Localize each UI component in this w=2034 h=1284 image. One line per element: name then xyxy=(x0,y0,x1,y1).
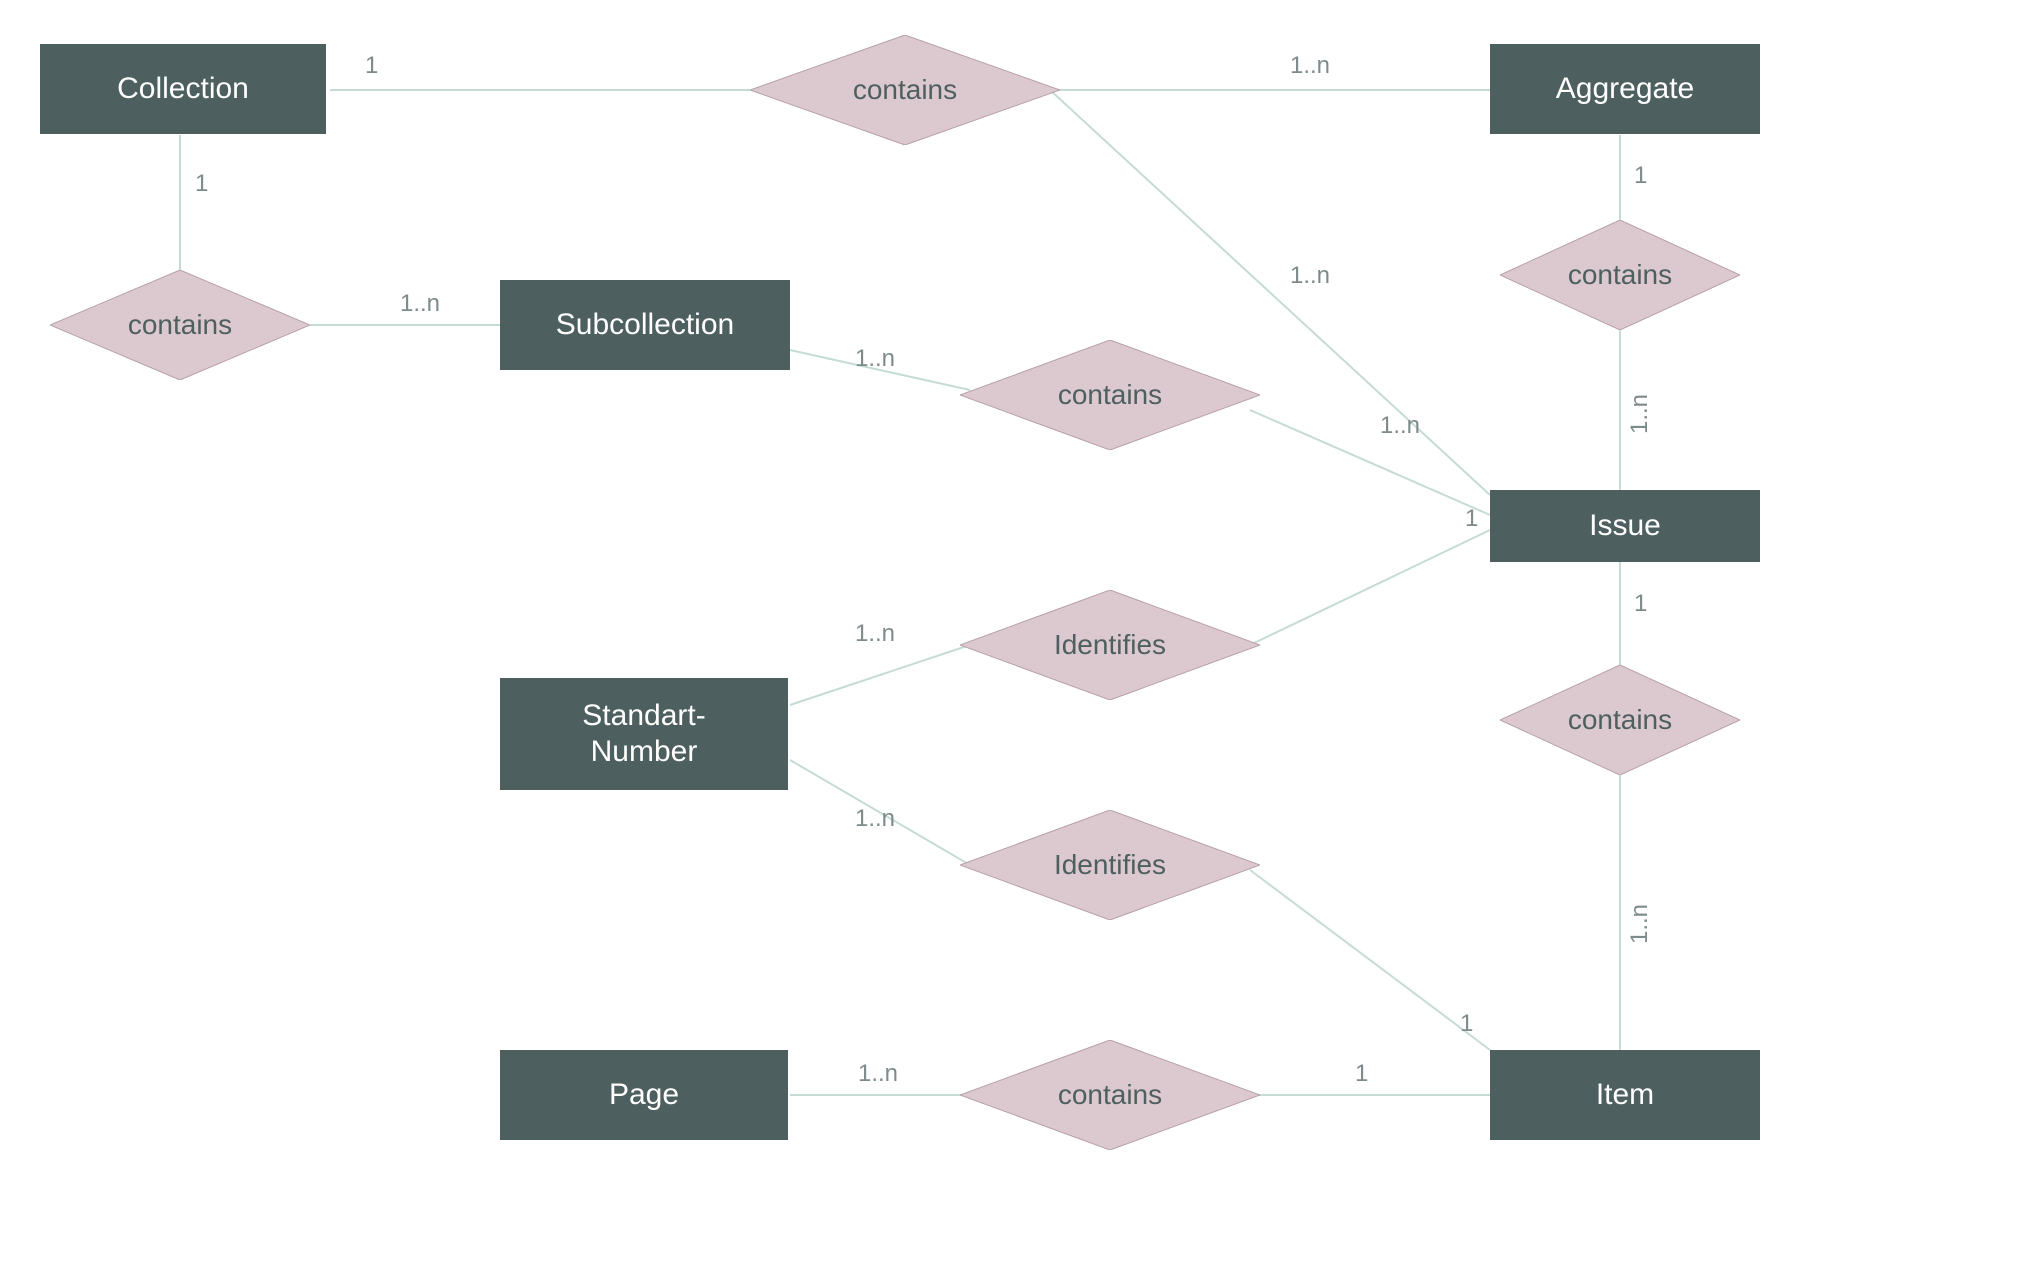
relationship-label: contains xyxy=(1568,259,1672,291)
cardinality-label: 1..n xyxy=(1380,412,1420,440)
er-diagram-canvas: Collection Aggregate Subcollection Issue… xyxy=(0,0,2034,1284)
cardinality-label: 1..n xyxy=(855,345,895,373)
cardinality-label: 1..n xyxy=(855,805,895,833)
entity-label: Page xyxy=(609,1077,679,1113)
cardinality-label: 1 xyxy=(1465,505,1478,533)
relationship-label: contains xyxy=(853,74,957,106)
relationship-contains-3: contains xyxy=(1500,220,1740,330)
entity-aggregate: Aggregate xyxy=(1490,44,1760,134)
cardinality-label: 1..n xyxy=(858,1060,898,1088)
cardinality-label: 1..n xyxy=(400,290,440,318)
cardinality-label: 1 xyxy=(1634,590,1647,618)
relationship-identifies-1: Identifies xyxy=(960,590,1260,700)
cardinality-label: 1 xyxy=(365,52,378,80)
relationship-contains-1: contains xyxy=(750,35,1060,145)
entity-collection: Collection xyxy=(40,44,326,134)
cardinality-label: 1..n xyxy=(855,620,895,648)
relationship-label: contains xyxy=(1058,379,1162,411)
cardinality-label: 1 xyxy=(1355,1060,1368,1088)
cardinality-label: 1 xyxy=(1634,162,1647,190)
entity-standart-number: Standart- Number xyxy=(500,678,788,790)
cardinality-label: 1..n xyxy=(1290,52,1330,80)
relationship-contains-2: contains xyxy=(50,270,310,380)
entity-issue: Issue xyxy=(1490,490,1760,562)
relationship-label: contains xyxy=(1568,704,1672,736)
cardinality-label: 1..n xyxy=(1626,904,1654,944)
entity-label: Issue xyxy=(1589,508,1661,544)
entity-subcollection: Subcollection xyxy=(500,280,790,370)
relationship-contains-6: contains xyxy=(960,1040,1260,1150)
relationship-contains-4: contains xyxy=(960,340,1260,450)
entity-page: Page xyxy=(500,1050,788,1140)
relationship-label: contains xyxy=(128,309,232,341)
cardinality-label: 1 xyxy=(1460,1010,1473,1038)
entity-label: Subcollection xyxy=(556,307,734,343)
relationship-label: Identifies xyxy=(1054,849,1166,881)
relationship-label: contains xyxy=(1058,1079,1162,1111)
cardinality-label: 1..n xyxy=(1290,262,1330,290)
relationship-label: Identifies xyxy=(1054,629,1166,661)
relationship-contains-5: contains xyxy=(1500,665,1740,775)
entity-label: Collection xyxy=(117,71,249,107)
cardinality-label: 1..n xyxy=(1626,394,1654,434)
cardinality-label: 1 xyxy=(195,170,208,198)
entity-label: Item xyxy=(1596,1077,1654,1113)
entity-item: Item xyxy=(1490,1050,1760,1140)
relationship-identifies-2: Identifies xyxy=(960,810,1260,920)
entity-label: Standart- Number xyxy=(582,698,705,770)
entity-label: Aggregate xyxy=(1556,71,1694,107)
